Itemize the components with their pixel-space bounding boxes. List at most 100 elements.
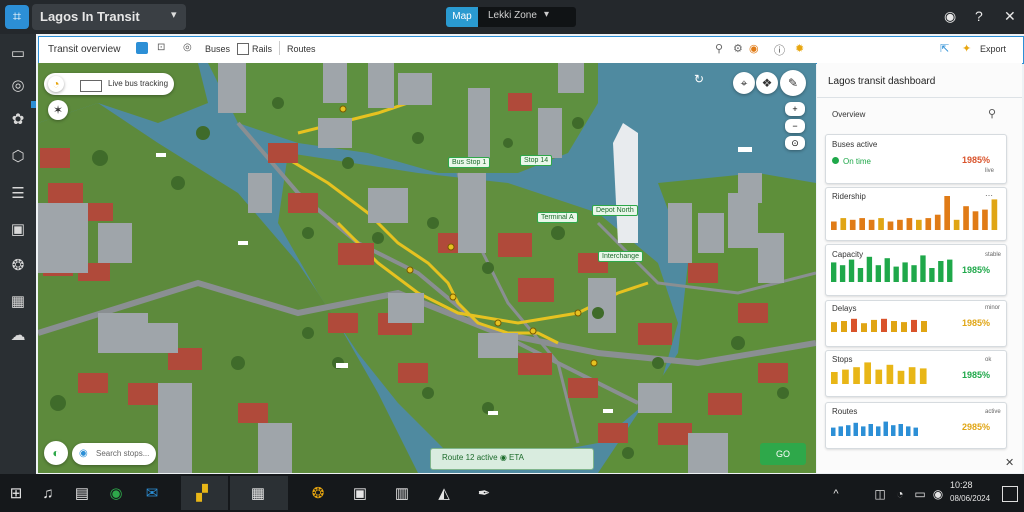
bar: [859, 218, 865, 230]
battery-icon[interactable]: ▭: [910, 484, 930, 504]
search-icon[interactable]: ⚲: [715, 42, 723, 55]
mode-routes[interactable]: Routes: [287, 44, 316, 54]
app-logo-icon[interactable]: ⌗: [5, 5, 29, 29]
clock-time[interactable]: 10:28: [950, 480, 973, 490]
chevron-down-icon[interactable]: ▾: [171, 8, 177, 21]
poi-label[interactable]: Terminal A: [537, 212, 578, 223]
zoom-out-button[interactable]: −: [785, 119, 805, 133]
bar: [919, 368, 927, 384]
bar: [838, 426, 843, 436]
capacity-chart: [831, 255, 953, 282]
cat-icon[interactable]: ❂: [308, 484, 328, 504]
go-button[interactable]: GO: [760, 443, 806, 465]
close-icon[interactable]: ✕: [1004, 8, 1016, 25]
card-value: 1985%: [962, 318, 991, 328]
music-icon[interactable]: ♫: [38, 484, 58, 504]
clock-date[interactable]: 08/06/2024: [950, 494, 990, 503]
user-avatar-icon[interactable]: ◉: [944, 8, 956, 25]
target-icon[interactable]: ◎: [183, 42, 192, 53]
chevron-down-icon[interactable]: ▾: [544, 9, 549, 20]
help-icon[interactable]: ?: [975, 8, 983, 24]
calculator-icon[interactable]: ▣: [350, 484, 370, 504]
window-title: Lagos In Transit: [40, 9, 140, 24]
bar: [938, 261, 944, 282]
share-icon[interactable]: ⇱: [940, 42, 949, 55]
card-value: 1985%: [962, 155, 991, 165]
bar: [972, 211, 979, 230]
tools-icon[interactable]: ✎: [780, 70, 806, 96]
bar: [853, 422, 858, 436]
document-icon[interactable]: ▣: [8, 220, 28, 240]
compass-icon[interactable]: ◎: [8, 76, 28, 96]
bar: [846, 425, 851, 436]
poi-label[interactable]: Depot North: [592, 205, 638, 216]
layers-icon[interactable]: ❖: [756, 72, 778, 94]
shield-icon[interactable]: ⊡: [157, 42, 165, 53]
card-value: 1985%: [962, 370, 991, 380]
bar: [916, 219, 922, 230]
panel-header: Lagos transit dashboard: [828, 76, 936, 87]
poi-label[interactable]: Interchange: [598, 251, 643, 262]
start-icon[interactable]: ⊞: [6, 484, 26, 504]
bar: [891, 425, 896, 436]
bar: [925, 218, 932, 230]
shield-icon[interactable]: ⬡: [8, 147, 28, 167]
card-sub: minor: [985, 305, 1001, 311]
chevron-up-icon[interactable]: ^: [826, 484, 846, 504]
layers-icon[interactable]: ☰: [8, 184, 28, 204]
locate-icon[interactable]: ⌖: [733, 72, 755, 94]
bar: [831, 221, 837, 230]
walk-icon[interactable]: ✶: [48, 100, 68, 120]
bar: [842, 369, 849, 384]
bar: [886, 364, 894, 384]
city-map[interactable]: [38, 63, 816, 473]
layer-label-buses[interactable]: Buses: [205, 44, 230, 54]
palette-icon[interactable]: ❂: [8, 256, 28, 276]
bar: [911, 319, 917, 332]
volume-icon[interactable]: ◔: [890, 484, 910, 504]
breadcrumb[interactable]: Transit overview: [48, 44, 120, 55]
ridership-chart: [831, 196, 998, 230]
search-icon[interactable]: ⚲: [988, 107, 996, 120]
info-icon[interactable]: ⓘ: [774, 42, 785, 58]
paint-icon[interactable]: ◭: [434, 484, 454, 504]
poi-label[interactable]: Stop 14: [520, 155, 553, 166]
play-icon[interactable]: ◐: [44, 441, 68, 465]
star-icon[interactable]: ✹: [795, 42, 804, 55]
bus-icon: ◔: [48, 76, 64, 92]
alert-icon[interactable]: ◉: [749, 42, 759, 55]
map-app-icon[interactable]: ▞: [192, 484, 212, 504]
card-sub: ok: [985, 357, 992, 363]
reset-view-button[interactable]: ⊙: [785, 136, 805, 150]
close-icon[interactable]: ✕: [1005, 456, 1014, 469]
bar: [897, 219, 903, 230]
notes-icon[interactable]: ▥: [392, 484, 412, 504]
card-value: 1985%: [962, 265, 991, 275]
show-desktop-icon[interactable]: [1002, 486, 1018, 502]
layer-label-rails[interactable]: Rails: [252, 44, 272, 54]
browser-icon[interactable]: ◉: [106, 484, 126, 504]
export-button[interactable]: Export: [980, 44, 1006, 54]
pen-icon[interactable]: ✒: [474, 484, 494, 504]
bar: [851, 318, 857, 332]
filter-icon[interactable]: ⚙: [733, 42, 743, 55]
folder-icon[interactable]: ▤: [72, 484, 92, 504]
bar: [963, 206, 969, 230]
poi-label[interactable]: Bus Stop 1: [448, 157, 491, 168]
calendar-icon[interactable]: ▦: [8, 292, 28, 312]
export-icon[interactable]: ✦: [962, 42, 971, 55]
layer-toggle-active[interactable]: [136, 42, 148, 54]
app-icon[interactable]: ▦: [248, 484, 268, 504]
bar: [953, 219, 960, 230]
settings-icon[interactable]: ✿: [8, 110, 28, 130]
menu-icon[interactable]: ▭: [8, 44, 28, 64]
zoom-in-button[interactable]: +: [785, 102, 805, 116]
cloud-icon[interactable]: ☁: [8, 326, 28, 346]
network-icon[interactable]: ◫: [870, 484, 890, 504]
notification-icon[interactable]: ◉: [928, 484, 948, 504]
refresh-icon[interactable]: ↻: [694, 72, 704, 86]
mail-icon[interactable]: ✉: [142, 484, 162, 504]
layer-checkbox[interactable]: [237, 43, 249, 55]
delays-chart: [831, 318, 927, 332]
view-tab[interactable]: Map: [446, 7, 478, 27]
